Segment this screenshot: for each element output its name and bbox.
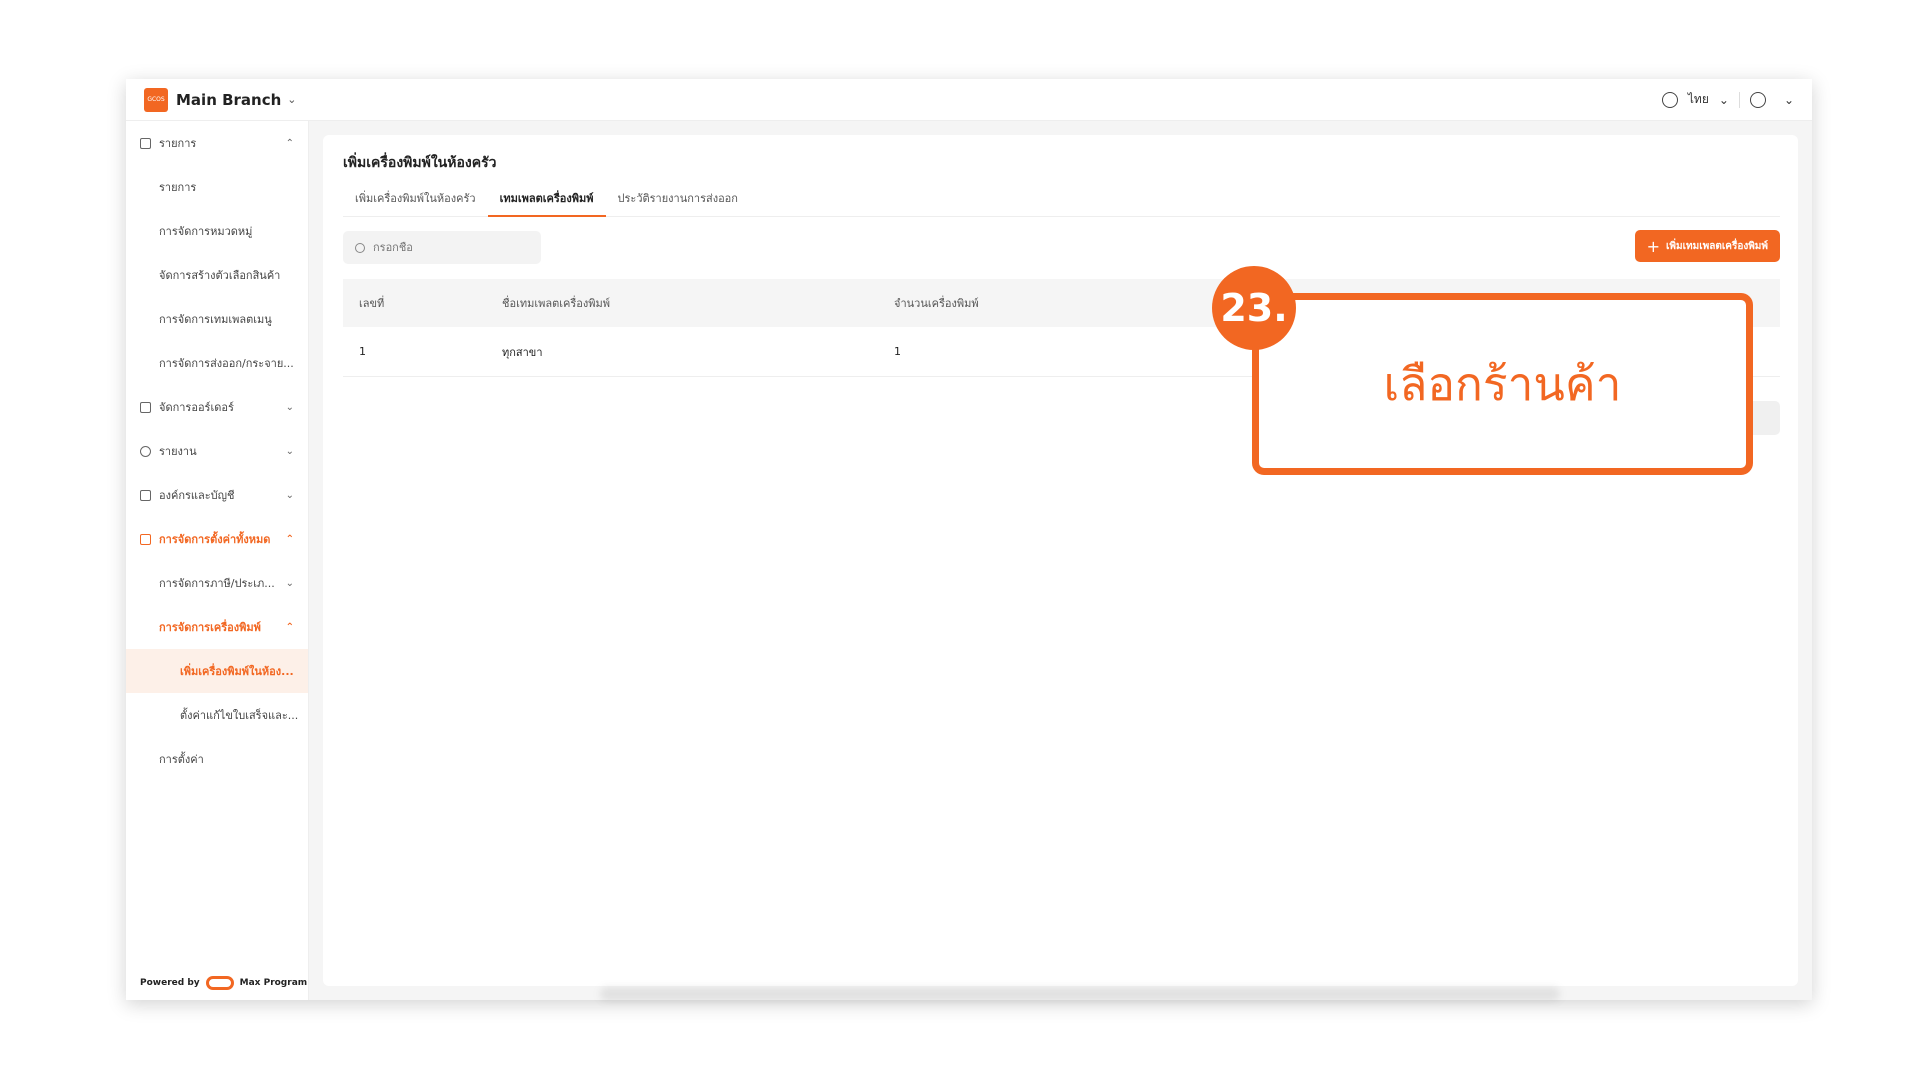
chevron-down-icon[interactable]: ⌄ <box>287 93 296 106</box>
sidebar-item-export[interactable]: การจัดการส่งออก/กระจาย... <box>126 341 308 385</box>
callout-text: เลือกร้านค้า <box>1383 356 1622 411</box>
cell-number: 1 <box>359 345 366 358</box>
header-number[interactable]: เลขที่ <box>343 294 486 312</box>
powered-brand: Max Program <box>239 978 308 988</box>
sidebar-item-settings[interactable]: การตั้งค่า <box>126 737 308 781</box>
search-box[interactable] <box>343 231 541 264</box>
sidebar: รายการ ⌃ รายการ การจัดการหมวดหมู่ จัดการส… <box>126 121 309 1000</box>
sidebar-item-orders[interactable]: จัดการออร์เดอร์ ⌄ <box>126 385 308 429</box>
sidebar-item-label: การจัดการหมวดหมู่ <box>159 225 253 238</box>
settings-icon <box>140 533 151 545</box>
powered-by: Powered by Max Program <box>140 976 307 990</box>
sidebar-item-label: การจัดการเครื่องพิมพ์ <box>159 621 261 634</box>
sidebar-item-label: ตั้งค่าแก้ไขใบเสร็จและ... <box>180 709 299 722</box>
sidebar-item-label: การจัดการเทมเพลตเมนู <box>159 313 272 326</box>
tab-export-history[interactable]: ประวัติรายงานการส่งออก <box>606 189 750 217</box>
sidebar-item-receipt-settings[interactable]: ตั้งค่าแก้ไขใบเสร็จและ... <box>126 693 308 737</box>
app-window: GCOS Main Branch ⌄ ไทย ⌄ ⌄ รายการ ⌃ รายกา… <box>126 79 1812 1000</box>
sidebar-item-label: รายการ <box>159 181 197 194</box>
search-input[interactable] <box>373 241 523 254</box>
search-icon <box>355 242 365 253</box>
main-content: เพิ่มเครื่องพิมพ์ในห้องครัว เพิ่มเครื่อง… <box>323 135 1798 986</box>
chevron-down-icon: ⌄ <box>285 401 294 413</box>
sidebar-item-label: การจัดการตั้งค่าทั้งหมด <box>159 533 271 546</box>
cell-template-name: ทุกสาขา <box>502 345 543 359</box>
chevron-down-icon[interactable]: ⌄ <box>1784 93 1794 107</box>
sidebar-item-label: รายการ <box>159 137 197 150</box>
sidebar-item-label: การจัดการส่งออก/กระจาย... <box>159 357 294 370</box>
language-selector[interactable]: ไทย <box>1688 90 1709 109</box>
top-bar: GCOS Main Branch ⌄ ไทย ⌄ ⌄ <box>126 79 1812 121</box>
sidebar-item-categories[interactable]: การจัดการหมวดหมู่ <box>126 209 308 253</box>
sidebar-item-items-list[interactable]: รายการ <box>126 165 308 209</box>
clipboard-icon <box>140 401 151 413</box>
sidebar-item-label: องค์กรและบัญชี <box>159 489 235 502</box>
tutorial-callout: เลือกร้านค้า <box>1252 293 1753 475</box>
shadow-decoration <box>600 987 1560 1001</box>
tab-bar: เพิ่มเครื่องพิมพ์ในห้องครัว เทมเพลตเครื่… <box>343 189 1780 217</box>
step-badge: 23. <box>1212 266 1296 350</box>
chevron-down-icon: ⌄ <box>285 445 294 457</box>
page-title: เพิ่มเครื่องพิมพ์ในห้องครัว <box>343 155 497 171</box>
plus-icon: + <box>1646 236 1661 256</box>
add-template-label: เพิ่มเทมเพลตเครื่องพิมพ์ <box>1666 240 1768 252</box>
divider <box>1738 91 1740 108</box>
sidebar-item-label: เพิ่มเครื่องพิมพ์ในห้อง... <box>180 665 294 678</box>
chevron-down-icon: ⌄ <box>285 489 294 501</box>
tab-printer-templates[interactable]: เทมเพลตเครื่องพิมพ์ <box>487 189 606 217</box>
sidebar-item-reports[interactable]: รายงาน ⌄ <box>126 429 308 473</box>
list-icon <box>140 137 151 149</box>
sidebar-item-menu-templates[interactable]: การจัดการเทมเพลตเมนู <box>126 297 308 341</box>
sidebar-item-settings-management[interactable]: การจัดการตั้งค่าทั้งหมด ⌃ <box>126 517 308 561</box>
sidebar-item-label: จัดการสร้างตัวเลือกสินค้า <box>159 269 281 282</box>
add-template-button[interactable]: + เพิ่มเทมเพลตเครื่องพิมพ์ <box>1634 230 1780 262</box>
sidebar-item-label: รายงาน <box>159 445 197 458</box>
sidebar-item-items[interactable]: รายการ ⌃ <box>126 121 308 165</box>
sidebar-item-label: การตั้งค่า <box>159 753 204 766</box>
chevron-down-icon: ⌄ <box>285 577 294 589</box>
chevron-up-icon: ⌃ <box>285 533 294 545</box>
sidebar-item-product-options[interactable]: จัดการสร้างตัวเลือกสินค้า <box>126 253 308 297</box>
sidebar-item-organization[interactable]: องค์กรและบัญชี ⌄ <box>126 473 308 517</box>
branch-selector[interactable]: Main Branch <box>176 91 281 109</box>
users-icon <box>140 489 151 501</box>
tab-kitchen-printer[interactable]: เพิ่มเครื่องพิมพ์ในห้องครัว <box>343 189 488 217</box>
chevron-up-icon: ⌃ <box>285 621 294 633</box>
chevron-down-icon[interactable]: ⌄ <box>1719 93 1729 107</box>
sidebar-item-label: จัดการออร์เดอร์ <box>159 401 234 414</box>
header-template-name[interactable]: ชื่อเทมเพลตเครื่องพิมพ์ <box>486 294 878 312</box>
globe-icon[interactable] <box>1661 91 1678 108</box>
sidebar-item-printers[interactable]: การจัดการเครื่องพิมพ์ ⌃ <box>126 605 308 649</box>
user-icon[interactable] <box>1749 91 1766 108</box>
chevron-up-icon: ⌃ <box>285 137 294 149</box>
max-program-logo <box>205 976 234 990</box>
powered-by-label: Powered by <box>140 978 200 988</box>
sidebar-item-kitchen-printer[interactable]: เพิ่มเครื่องพิมพ์ในห้อง... <box>126 649 308 693</box>
sidebar-item-tax[interactable]: การจัดการภาษี/ประเภ... ⌄ <box>126 561 308 605</box>
sidebar-item-label: การจัดการภาษี/ประเภ... <box>159 577 275 590</box>
clock-icon <box>140 445 151 457</box>
brand-logo: GCOS <box>144 87 168 112</box>
